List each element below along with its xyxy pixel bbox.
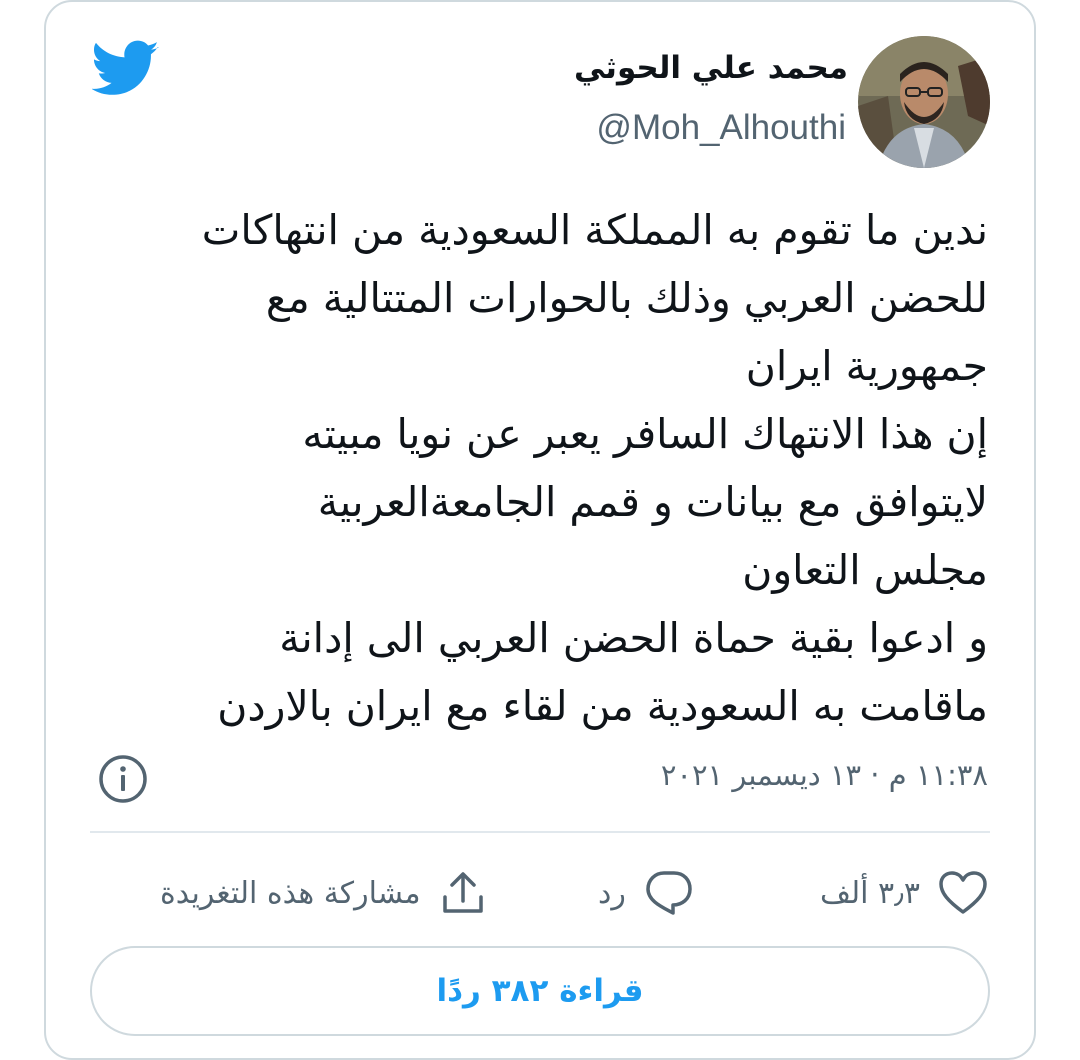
reply-button[interactable]: رد (598, 866, 694, 920)
heart-icon (938, 870, 988, 916)
twitter-bird-icon[interactable] (92, 40, 160, 98)
tweet-text-line: إن هذا الانتهاك السافر يعبر عن نويا مبيت… (302, 410, 988, 458)
tweet-text-line: ماقامت به السعودية من لقاء مع ايران بالا… (217, 682, 988, 730)
like-button[interactable]: ٣٫٣ ألف (820, 866, 988, 920)
divider (90, 831, 990, 833)
tweet-text-line: لايتوافق مع بيانات و قمم الجامعةالعربية (317, 478, 988, 526)
tweet-text: ندين ما تقوم به المملكة السعودية من انته… (88, 196, 988, 740)
tweet-text-line: للحضن العربي وذلك بالحوارات المتتالية مع (265, 274, 988, 322)
share-button[interactable]: مشاركة هذه التغريدة (160, 866, 487, 920)
tweet-timestamp[interactable]: ١١:٣٨ م · ١٣ ديسمبر ٢٠٢١ (661, 758, 988, 792)
share-label: مشاركة هذه التغريدة (160, 875, 421, 911)
speech-bubble-icon (644, 869, 694, 917)
tweet-text-line: جمهورية ايران (745, 342, 988, 390)
tweet-text-line: و ادعوا بقية حماة الحضن العربي الى إدانة (279, 614, 988, 662)
like-count: ٣٫٣ ألف (819, 875, 920, 911)
tweet-text-line: مجلس التعاون (742, 546, 988, 594)
read-replies-button[interactable]: قراءة ٣٨٢ ردًا (90, 946, 990, 1036)
share-upload-icon (439, 869, 487, 917)
tweet-text-line: ندين ما تقوم به المملكة السعودية من انته… (201, 206, 988, 254)
avatar[interactable] (858, 36, 990, 168)
info-icon[interactable] (96, 752, 150, 806)
author-handle[interactable]: @Moh_Alhouthi (596, 108, 846, 148)
reply-label: رد (598, 875, 626, 911)
author-display-name[interactable]: محمد علي الحوثي (574, 50, 848, 86)
